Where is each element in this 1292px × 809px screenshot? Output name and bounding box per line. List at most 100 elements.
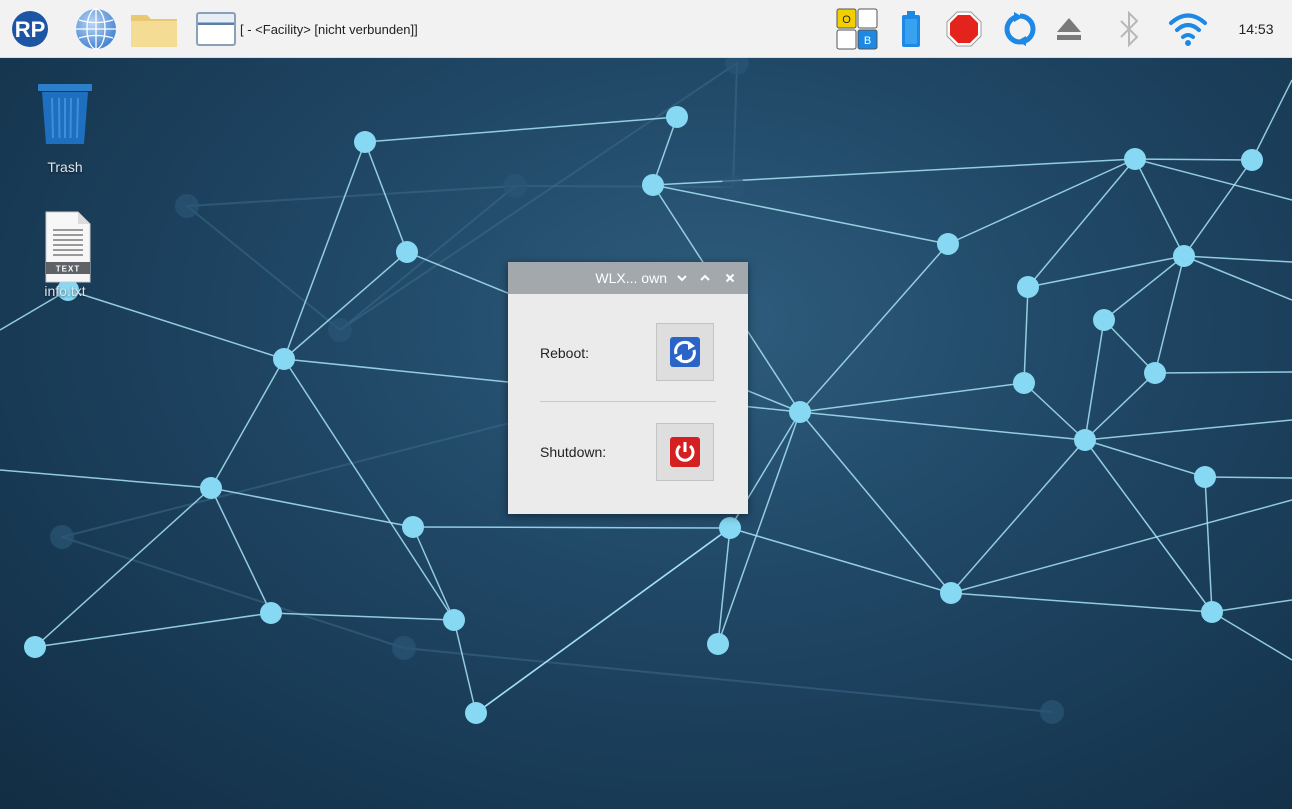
close-button[interactable] [722, 269, 738, 287]
web-browser-launcher[interactable] [72, 8, 120, 50]
network-node [1093, 309, 1115, 331]
network-link [1027, 158, 1136, 288]
network-link [799, 243, 949, 413]
network-link [652, 184, 949, 245]
network-node [354, 131, 376, 153]
network-link [1023, 382, 1086, 441]
bluetooth-icon [1120, 10, 1139, 48]
reboot-label: Reboot: [540, 345, 590, 361]
network-link [950, 499, 1292, 594]
raspberry-pi-menu-button[interactable]: RP [10, 9, 50, 49]
network-link [1084, 439, 1206, 478]
network-link [453, 619, 477, 714]
network-link [270, 612, 455, 621]
network-node [642, 174, 664, 196]
network-node [1074, 429, 1096, 451]
shutdown-button[interactable] [656, 423, 714, 481]
network-link [186, 205, 341, 331]
network-node [1040, 700, 1064, 724]
network-node [725, 58, 749, 75]
network-link [67, 289, 285, 360]
network-node [1201, 601, 1223, 623]
network-link [514, 185, 734, 188]
network-link [1084, 319, 1105, 441]
reboot-shutdown-dialog: WLX... own Reboot: Shutdown: [508, 262, 748, 514]
network-node [200, 477, 222, 499]
raspberry-pi-menu-icon: RP [12, 11, 48, 47]
network-node [175, 194, 199, 218]
trash-icon [38, 84, 92, 144]
network-link [1211, 611, 1292, 661]
network-link [1134, 158, 1185, 257]
clock[interactable]: 14:53 [1226, 9, 1286, 49]
network-link [412, 526, 455, 621]
network-node [402, 516, 424, 538]
bluetooth-button[interactable] [1114, 9, 1144, 49]
network-link [0, 469, 212, 489]
wifi-icon [1169, 13, 1207, 46]
chevron-up-icon [700, 274, 710, 281]
desktop[interactable]: Trash TEXT info.txt WLX... own Reboot: S… [0, 58, 1292, 809]
network-node [719, 517, 741, 539]
sync-icon [1004, 12, 1036, 46]
maximize-button[interactable] [697, 269, 713, 287]
desktop-icon-label: info.txt [44, 283, 86, 299]
wifi-button[interactable] [1166, 9, 1210, 49]
keyboard-layout-icon: O B [836, 8, 878, 50]
network-link [186, 185, 516, 207]
taskbar-window-button[interactable]: [ - <Facility> [nicht verbunden]] [196, 9, 456, 49]
window-icon [196, 12, 236, 46]
network-link [729, 527, 952, 594]
battery-icon [902, 11, 920, 47]
dialog-title: WLX... own [595, 270, 667, 286]
network-node [1194, 466, 1216, 488]
network-link [799, 411, 952, 594]
network-link [403, 647, 1053, 713]
network-node [465, 702, 487, 724]
network-link [947, 158, 1136, 245]
network-link [1103, 319, 1156, 374]
keyboard-layout-indicator[interactable]: O B [832, 8, 882, 50]
dialog-separator [540, 401, 716, 402]
network-link [283, 251, 408, 360]
network-node [937, 233, 959, 255]
network-node [503, 174, 527, 198]
network-node [1173, 245, 1195, 267]
eject-button[interactable] [1052, 9, 1086, 49]
network-node [707, 633, 729, 655]
network-node [789, 401, 811, 423]
globe-icon [76, 8, 116, 50]
network-link [61, 536, 405, 649]
reboot-icon [670, 337, 700, 367]
chevron-down-icon [677, 275, 687, 282]
network-node [666, 106, 688, 128]
keyboard-key-o: O [842, 14, 851, 26]
sync-button[interactable] [1000, 9, 1040, 49]
svg-text:RP: RP [15, 17, 46, 42]
network-link [1251, 79, 1292, 161]
file-type-badge: TEXT [56, 265, 80, 274]
network-node [1144, 362, 1166, 384]
network-link [1023, 286, 1029, 384]
close-icon [725, 273, 735, 283]
network-link [34, 487, 212, 648]
keyboard-key-b: B [864, 35, 871, 47]
desktop-icon-trash[interactable]: Trash [20, 80, 110, 175]
folder-icon [131, 15, 177, 47]
network-link [1211, 599, 1292, 613]
network-node [50, 525, 74, 549]
desktop-icon-info-txt[interactable]: TEXT info.txt [20, 210, 110, 299]
network-link [1183, 255, 1292, 301]
eject-icon [1057, 18, 1081, 40]
network-link [1204, 476, 1213, 613]
network-link [1084, 419, 1292, 441]
network-node [273, 348, 295, 370]
stop-button[interactable] [942, 9, 986, 49]
dialog-titlebar[interactable]: WLX... own [508, 262, 748, 294]
network-node [443, 609, 465, 631]
battery-indicator[interactable] [896, 9, 926, 49]
network-link [210, 487, 414, 528]
file-manager-launcher[interactable] [128, 9, 180, 49]
reboot-button[interactable] [656, 323, 714, 381]
minimize-button[interactable] [674, 269, 690, 287]
